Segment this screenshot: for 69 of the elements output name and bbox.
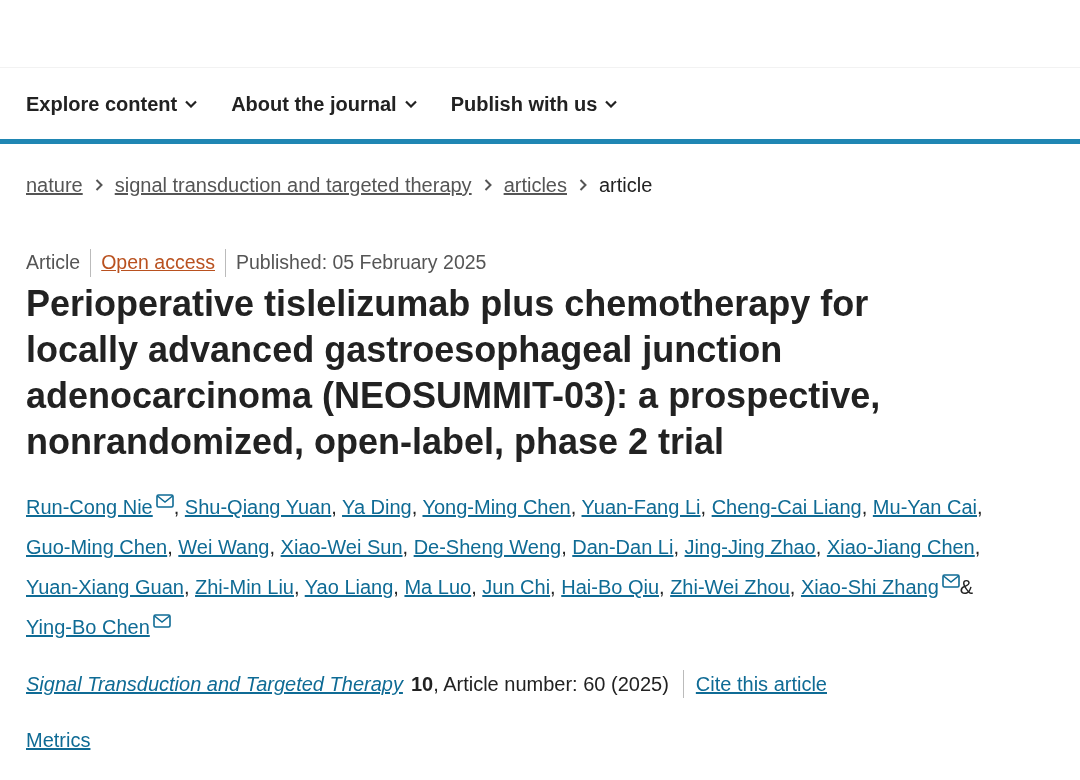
author-link[interactable]: Shu-Qiang Yuan [184, 496, 332, 519]
author-separator: , [550, 576, 556, 599]
envelope-icon [155, 494, 174, 509]
author-separator: , [570, 496, 577, 519]
chevron-right-icon [483, 179, 492, 191]
chevron-down-icon [404, 99, 417, 108]
chevron-down-icon [605, 99, 618, 108]
author-link[interactable]: Ying-Bo Chen [26, 616, 171, 639]
chevron-right-icon [579, 179, 587, 191]
article-title: Perioperative tislelizumab plus chemotherapy for locally advanced gastroesophageal junction adenocarcinoma (NEOSUMMIT-03): a prospective, nonrandomized, open-label, phase 2 trial [25, 282, 882, 465]
author-link[interactable]: Yao Liang [304, 576, 394, 599]
author-separator: , [293, 576, 300, 599]
author-separator: , [269, 536, 276, 559]
author-link[interactable]: Jun Chi [482, 576, 551, 599]
article-type: Article [26, 250, 81, 275]
author-separator: & [959, 576, 974, 599]
author-link[interactable]: Zhi-Min Liu [195, 576, 294, 599]
author-link[interactable]: Cheng-Cai Liang [711, 496, 862, 519]
chevron-right-icon [94, 179, 103, 191]
cite-link[interactable]: Cite this article [695, 669, 827, 700]
author-separator: , [815, 536, 822, 559]
author-link[interactable]: Yuan-Xiang Guan [26, 576, 184, 599]
nav-menu-button[interactable]: Explore content [26, 88, 198, 119]
author-link[interactable]: Run-Cong Nie [26, 496, 174, 519]
author-link[interactable]: Wei Wang [178, 536, 270, 559]
published-date: Published: 05 February 2025 [236, 250, 487, 275]
nav-menu-button[interactable]: Publish with us [450, 88, 618, 119]
author-separator: , [167, 536, 173, 559]
open-access-link[interactable]: Open access [101, 248, 215, 278]
author-link[interactable]: Yong-Ming Chen [422, 496, 571, 519]
author-link[interactable]: Dan-Dan Li [572, 536, 674, 559]
breadcrumb-link[interactable]: signal transduction and targeted therapy [114, 170, 472, 200]
breadcrumb-link[interactable]: articles [503, 170, 567, 200]
author-link[interactable]: Xiao-Wei Sun [280, 536, 403, 559]
author-link[interactable]: Hai-Bo Qiu [561, 576, 660, 599]
author-separator: , [861, 496, 868, 519]
breadcrumb-current: article [599, 173, 653, 198]
author-separator: , [331, 496, 337, 519]
chevron-down-icon [185, 99, 198, 108]
author-link[interactable]: Xiao-Shi Zhang [800, 576, 960, 599]
metrics-link[interactable]: Metrics [26, 729, 91, 752]
author-separator: , [700, 496, 707, 519]
nav-menu-button[interactable]: About the journal [231, 88, 417, 119]
citation-details: 10, Article number: 60 (2025) [410, 672, 669, 698]
author-separator: , [402, 536, 409, 559]
author-separator: , [789, 576, 796, 599]
author-separator: , [673, 536, 679, 559]
author-separator: , [659, 576, 665, 599]
journal-link[interactable]: Signal Transduction and Targeted Therapy [26, 669, 403, 700]
author-separator: , [974, 536, 981, 559]
author-separator: , [393, 576, 399, 599]
author-separator: , [471, 576, 477, 599]
author-separator: , [411, 496, 418, 519]
author-link[interactable]: Jing-Jing Zhao [684, 536, 816, 559]
author-link[interactable]: Guo-Ming Chen [26, 536, 168, 559]
author-link[interactable]: De-Sheng Weng [413, 536, 562, 559]
envelope-icon [152, 614, 171, 629]
breadcrumb-link[interactable]: nature [26, 170, 83, 200]
author-link[interactable]: Xiao-Jiang Chen [826, 536, 975, 559]
author-link[interactable]: Yuan-Fang Li [581, 496, 701, 519]
author-link[interactable]: Ma Luo [404, 576, 472, 599]
author-separator: , [183, 576, 190, 599]
author-link[interactable]: Ya Ding [342, 496, 412, 519]
author-separator: , [561, 536, 567, 559]
author-separator: , [977, 496, 983, 519]
author-link[interactable]: Zhi-Wei Zhou [670, 576, 790, 599]
author-separator: , [173, 496, 180, 519]
author-link[interactable]: Mu-Yan Cai [872, 496, 977, 519]
envelope-icon [941, 574, 960, 589]
